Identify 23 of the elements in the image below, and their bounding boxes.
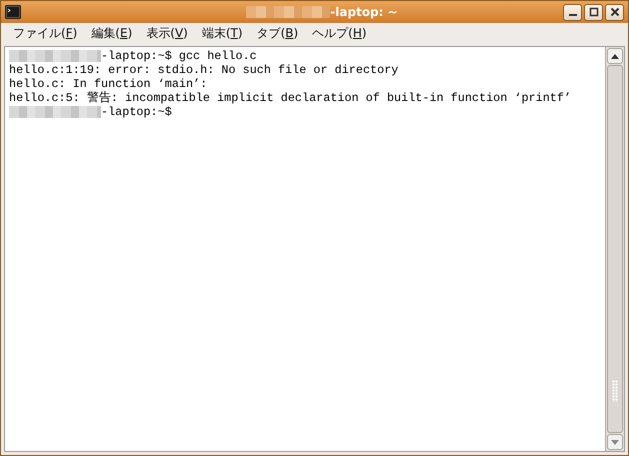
scroll-thumb[interactable] (607, 65, 623, 433)
prompt-line: -laptop:~$ gcc hello.c (101, 49, 257, 63)
menu-item[interactable]: 編集(E) (91, 25, 132, 42)
minimize-icon (568, 14, 576, 16)
menu-item[interactable]: ファイル(F) (13, 25, 78, 42)
prompt-line: -laptop:~$ (101, 105, 172, 119)
output-line: hello.c:5: 警告: incompatible implicit declaration of built-in function ‘printf’ (9, 91, 572, 105)
minimize-button[interactable] (563, 4, 582, 20)
terminal-icon (5, 5, 21, 19)
window-title: -laptop: ~ (330, 5, 398, 19)
scrollbar[interactable] (605, 47, 624, 451)
maximize-icon (588, 7, 598, 17)
menu-item[interactable]: 端末(T) (202, 25, 243, 42)
output-line: hello.c: In function ‘main’: (9, 77, 208, 91)
close-button[interactable] (605, 4, 624, 20)
menu-item[interactable]: ヘルプ(H) (312, 25, 367, 42)
scroll-up-icon[interactable] (607, 48, 623, 64)
maximize-button[interactable] (584, 4, 603, 20)
menu-item[interactable]: 表示(V) (146, 25, 188, 42)
menu-item[interactable]: タブ(B) (256, 25, 298, 42)
scroll-down-icon[interactable] (607, 434, 623, 450)
close-icon (610, 7, 620, 17)
output-line: hello.c:1:19: error: stdio.h: No such file or directory (9, 63, 398, 77)
